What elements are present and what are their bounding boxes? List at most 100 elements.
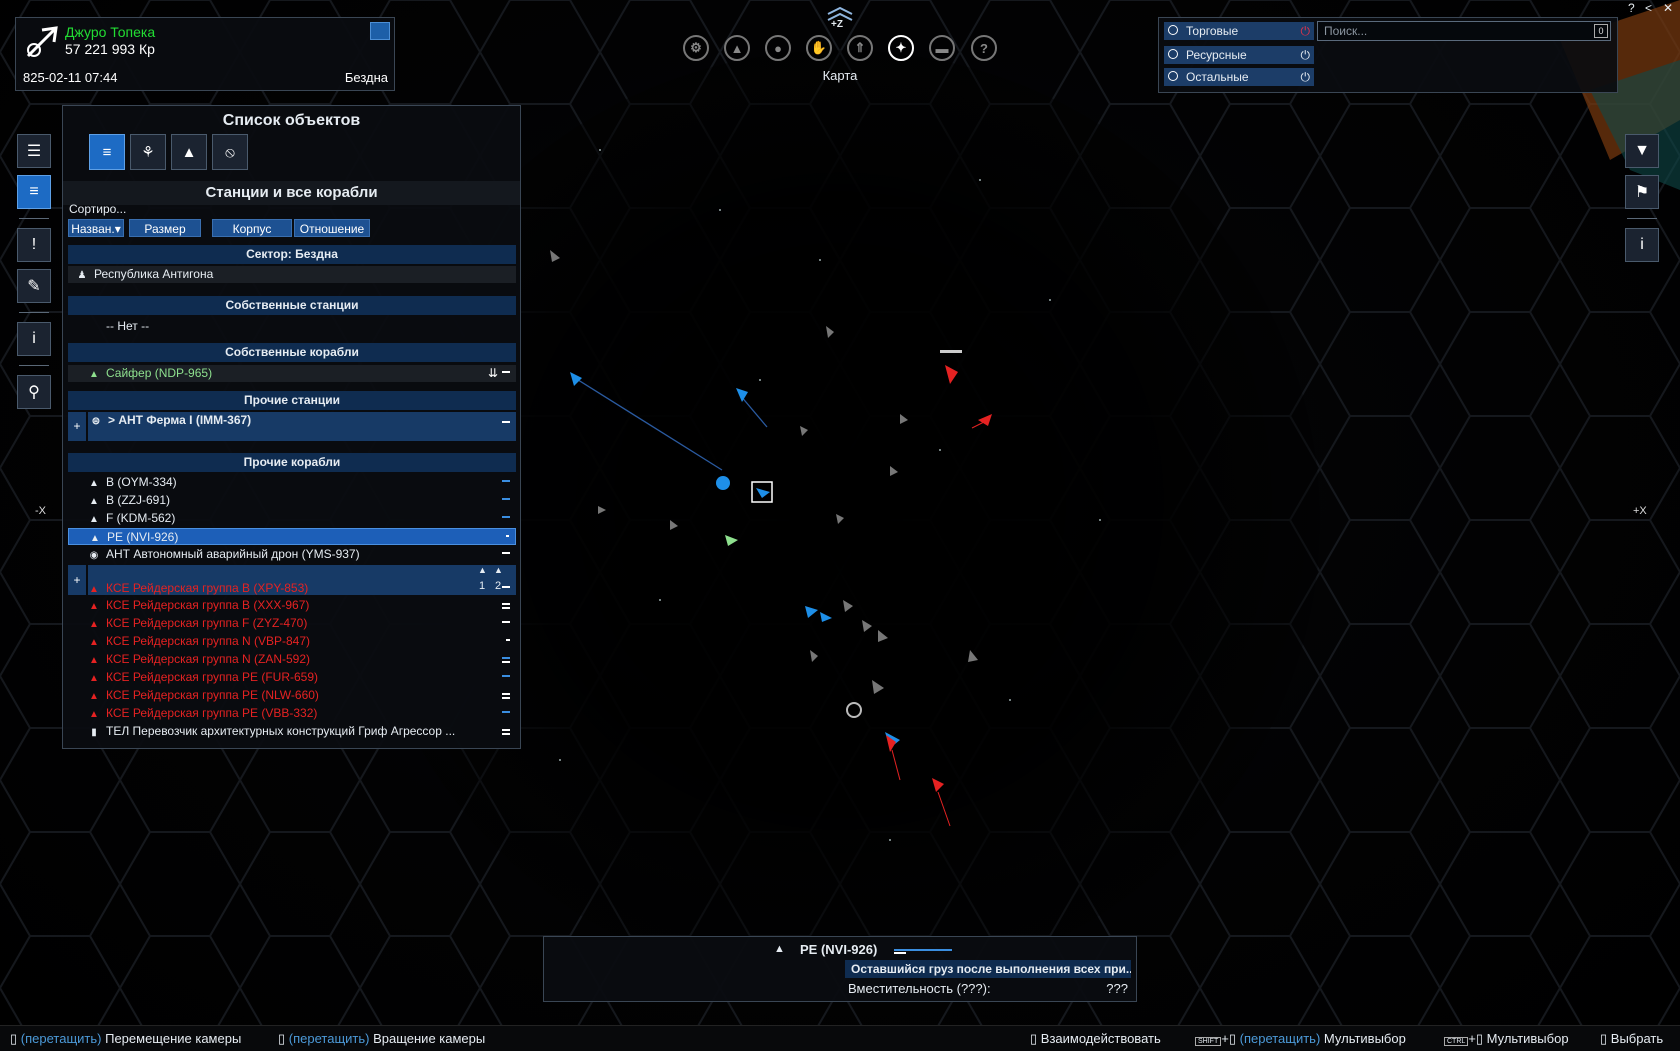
hostile-ship-row[interactable]: ▲ КСЕ Рейдерская группа B (XXX-967) [68,597,516,614]
map-icon[interactable]: ✦ [888,35,914,61]
other-ships-header: Прочие корабли [68,453,516,472]
capacity-label: Вместительность (???): [848,981,991,996]
filter-trade-label: Торговые [1186,24,1239,38]
map-filter-panel: Торговые ⏻ Ресурсные ⏻ Остальные ⏻ 0 [1158,17,1618,93]
expand-button[interactable]: + [68,412,86,441]
sort-relation-button[interactable]: Отношение [294,219,370,237]
window-back-button[interactable]: < [1645,1,1652,15]
window-help-button[interactable]: ? [1628,1,1635,15]
other-station-row[interactable]: ⊜ > АНТ Ферма I (IMM-367) [88,412,516,441]
hostile-ship-row[interactable]: ▲ КСЕ Рейдерская группа PE (VBB-332) [68,705,516,722]
other-stations-header: Прочие станции [68,391,516,410]
sidebar-object-list[interactable]: ≡ [17,175,51,209]
power-icon[interactable]: ⏻ [1301,46,1311,64]
hint-multiselect: CTRL +▯ Мультивыбор [1444,1031,1569,1047]
gear-icon[interactable]: ⚙ [683,35,709,61]
hint-move-camera: ▯ (перетащить) Перемещение камеры [10,1031,242,1046]
hint-interact: ▯ Взаимодействовать [1030,1031,1161,1046]
handshake-icon[interactable]: ✋ [806,35,832,61]
mouse-icon: ▯ [1600,1031,1608,1046]
filter-other[interactable]: Остальные ⏻ [1164,68,1314,86]
game-datetime: 825-02-11 07:44 [23,70,118,85]
other-icon [1168,71,1178,81]
ship-icon: ▲ [89,496,99,507]
object-list-subtitle: Станции и все корабли [63,181,520,205]
sidebar-divider [19,365,49,366]
sort-size-button[interactable]: Размер [129,219,201,237]
hostile-ship-row[interactable]: ▲ КСЕ Рейдерская группа PE (FUR-659) [68,669,516,686]
sidebar-alerts[interactable]: ! [17,228,51,262]
other-station-label: > АНТ Ферма I (IMM-367) [108,413,252,427]
player-name: Джуро Топека [65,24,156,40]
own-ships-header: Собственные корабли [68,343,516,362]
shift-key-icon: SHIFT [1195,1037,1222,1046]
own-stations-empty: -- Нет -- [106,319,150,333]
search-input[interactable] [1317,21,1611,41]
hostile-ship-row[interactable]: ▲ КСЕ Рейдерская группа N (ZAN-592) [68,651,516,668]
mouse-icon: ▯ [10,1031,18,1046]
list-item[interactable]: ◉ АНТ Автономный аварийный дрон (YMS-937) [68,546,516,563]
hostile-ship-icon: ▲ [89,584,99,595]
sidebar-divider [1627,218,1657,219]
ship-icon: ▲ [89,478,99,489]
hostile-ship-row[interactable]: ▲ КСЕ Рейдерская группа F (ZYZ-470) [68,615,516,632]
station-marker [716,476,730,490]
sidebar-player-info[interactable]: ☰ [17,134,51,168]
chevron-down-icon[interactable]: ⇊ [488,365,498,382]
tab-all-objects[interactable]: ≡ [89,134,125,170]
hint-select: ▯ Выбрать [1600,1031,1664,1046]
list-item[interactable]: ▲ B (OYM-334) [68,474,516,491]
window-close-button[interactable]: ✕ [1663,1,1673,15]
mouse-icon: ▯ [1228,1031,1236,1046]
ship-icon: ▲ [774,943,785,955]
person-icon[interactable]: ● [765,35,791,61]
sector-header: Сектор: Бездна [68,245,516,264]
list-item[interactable]: ▲ B (ZZJ-691) [68,492,516,509]
ship-icon[interactable]: ▲ [724,35,750,61]
trade-icon [1168,25,1178,35]
faction-icon: ♟ [77,270,87,281]
location-pin-button[interactable]: ⚑ [1625,175,1659,209]
hull-bar [894,949,952,951]
sidebar-plot-course[interactable]: ⚲ [17,375,51,409]
player-info-panel: Джуро Топека 57 221 993 Кр 825-02-11 07:… [15,17,395,91]
hull-bar [502,421,510,423]
sort-hull-button[interactable]: Корпус [212,219,292,237]
faction-row[interactable]: ♟ Республика Антигона [68,266,516,283]
tab-satellites[interactable]: ⦸ [212,134,248,170]
search-count: 0 [1594,24,1608,38]
info-button[interactable]: i [1625,228,1659,262]
help-icon[interactable]: ? [971,35,997,61]
visibility-toggle-icon[interactable] [370,22,390,40]
faction-row-label: Республика Антигона [94,267,214,281]
power-icon[interactable]: ⏻ [1301,22,1311,40]
filter-resources[interactable]: Ресурсные ⏻ [1164,46,1314,64]
z-axis-label: +Z [831,19,843,30]
sort-name-button[interactable]: Назван.▾ [68,219,124,237]
power-icon[interactable]: ⏻ [1301,68,1311,86]
axis-plus-x: +X [1633,505,1647,517]
own-ship-row[interactable]: ▲ Сайфер (NDP-965) ⇊ [68,365,516,382]
hostile-ship-row[interactable]: ▲ КСЕ Рейдерская группа B (XPY-853) [68,580,516,597]
faction-logo-icon [26,26,58,58]
book-icon[interactable]: ▬ [929,35,955,61]
capacity-value: ??? [1106,981,1128,996]
filter-button[interactable]: ▼ [1625,134,1659,168]
list-item[interactable]: ▮ ТЕЛ Перевозчик архитектурных конструкци… [68,723,516,740]
selected-ship-row[interactable]: ▲ PE (NVI-926) [68,528,516,545]
ship-count-icon: ▲ [478,565,487,575]
object-list-title: Список объектов [222,112,361,129]
rocket-icon[interactable]: ⇑ [847,35,873,61]
tab-groups[interactable]: ⚘ [130,134,166,170]
sidebar-divider [19,218,49,219]
selected-object-info: ▲ PE (NVI-926) Оставшийся груз после вып… [543,936,1137,1002]
list-item[interactable]: ▲ F (KDM-562) [68,510,516,527]
filter-trade[interactable]: Торговые ⏻ [1164,22,1314,40]
hostile-ship-row[interactable]: ▲ КСЕ Рейдерская группа PE (NLW-660) [68,687,516,704]
hostile-ship-row[interactable]: ▲ КСЕ Рейдерская группа N (VBP-847) [68,633,516,650]
sidebar-missions[interactable]: ✎ [17,269,51,303]
sidebar-info[interactable]: i [17,322,51,356]
mouse-icon: ▯ [278,1031,286,1046]
tab-ships[interactable]: ▲ [171,134,207,170]
cargo-header: Оставшийся груз после выполнения всех пр… [845,960,1131,978]
